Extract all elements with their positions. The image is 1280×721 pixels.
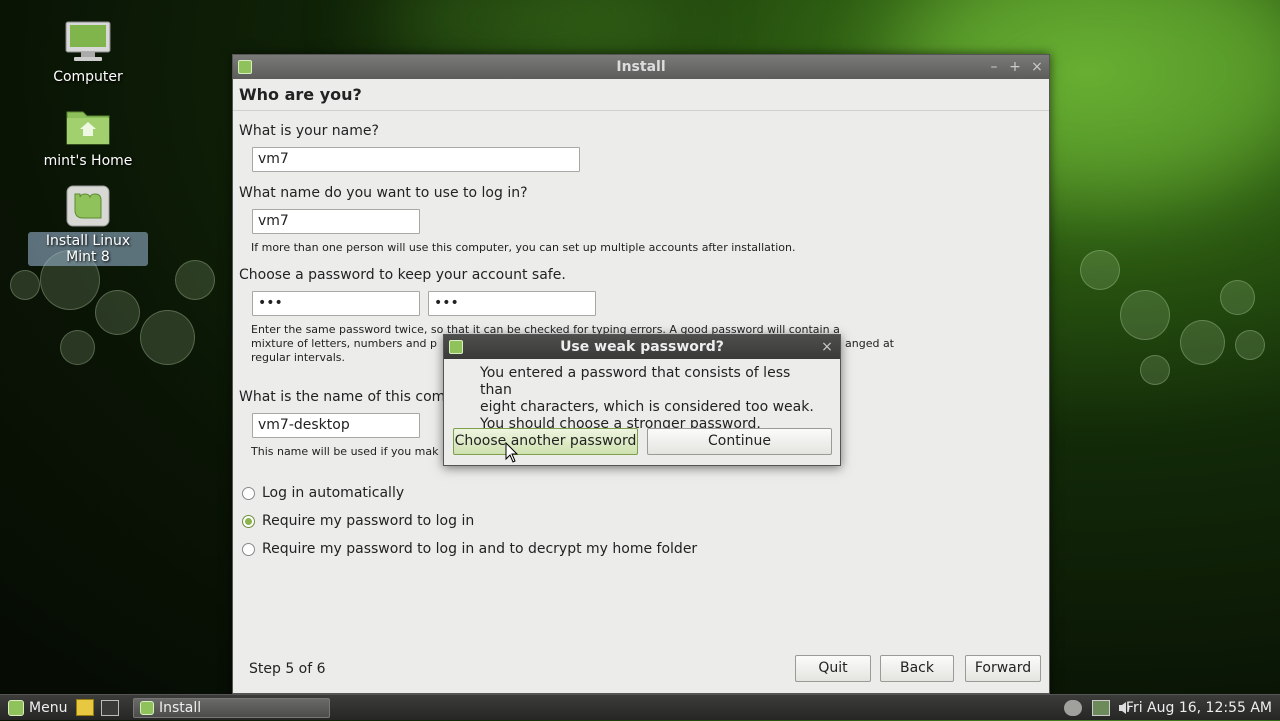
- radio-button[interactable]: [242, 486, 255, 500]
- step-indicator: Step 5 of 6: [249, 661, 326, 677]
- desktop-icon-home[interactable]: mint's Home: [28, 104, 148, 170]
- radio-require-password[interactable]: Require my password to log in: [242, 513, 474, 529]
- wallpaper-bokeh: [95, 290, 140, 335]
- wallpaper-bokeh: [60, 330, 95, 365]
- login-question: What name do you want to use to log in?: [239, 185, 528, 201]
- page-title: Who are you?: [233, 79, 1049, 111]
- wallpaper-bokeh: [1140, 355, 1170, 385]
- name-question: What is your name?: [239, 123, 379, 139]
- menu-button[interactable]: Menu: [8, 695, 67, 721]
- dialog-message-line: eight characters, which is considered to…: [480, 399, 814, 415]
- radio-button[interactable]: [242, 514, 255, 528]
- desktop-icon-computer[interactable]: Computer: [28, 20, 148, 86]
- username-field[interactable]: vm7: [252, 209, 420, 234]
- window-title: Install: [616, 59, 666, 75]
- computer-name-hint: This name will be used if you mak: [251, 445, 439, 458]
- password-hint-line2-tail: anged at: [845, 337, 894, 350]
- computer-icon: [63, 20, 113, 64]
- terminal-launcher-icon[interactable]: [101, 700, 119, 716]
- wallpaper-bokeh: [1080, 250, 1120, 290]
- mint-menu-icon: [8, 700, 24, 716]
- linux-mint-logo-icon: [63, 184, 113, 228]
- installer-task-icon: [140, 701, 154, 715]
- dialog-close-button[interactable]: ×: [818, 335, 836, 359]
- continue-button[interactable]: Continue: [647, 428, 832, 455]
- password-field[interactable]: •••: [252, 291, 420, 316]
- choose-another-password-button[interactable]: Choose another password: [453, 428, 638, 455]
- radio-require-password-encrypt[interactable]: Require my password to log in and to dec…: [242, 541, 697, 557]
- task-label: Install: [159, 700, 202, 716]
- radio-login-automatically[interactable]: Log in automatically: [242, 485, 404, 501]
- taskbar: Menu Install Fri Aug 16, 12:55 AM: [0, 694, 1280, 720]
- dialog-message-line: You entered a password that consists of …: [480, 365, 791, 398]
- wallpaper-bokeh: [1235, 330, 1265, 360]
- wallpaper-bokeh: [1180, 320, 1225, 365]
- radio-label: Require my password to log in and to dec…: [262, 541, 698, 557]
- computer-name-question: What is the name of this compu: [239, 389, 464, 405]
- radio-label: Require my password to log in: [262, 513, 475, 529]
- weak-password-dialog: Use weak password? × You entered a passw…: [443, 334, 841, 466]
- dialog-message: You entered a password that consists of …: [480, 365, 820, 433]
- installer-app-icon: [238, 60, 252, 74]
- wallpaper-bokeh: [140, 310, 195, 365]
- mouse-cursor-icon: [505, 442, 519, 463]
- wallpaper-bokeh: [175, 260, 215, 300]
- wallpaper-bokeh: [1220, 280, 1255, 315]
- password-hint-line2: mixture of letters, numbers and p: [251, 337, 438, 350]
- computer-name-field[interactable]: vm7-desktop: [252, 413, 420, 438]
- password-confirm-field[interactable]: •••: [428, 291, 596, 316]
- network-tray-icon[interactable]: [1092, 700, 1110, 716]
- login-hint: If more than one person will use this co…: [251, 241, 796, 254]
- user-tray-icon[interactable]: [1064, 700, 1082, 716]
- taskbar-install-button[interactable]: Install: [133, 698, 330, 718]
- desktop-icon-label: Install Linux Mint 8: [28, 232, 148, 266]
- password-hint-line3: regular intervals.: [251, 351, 345, 364]
- back-button[interactable]: Back: [880, 655, 954, 682]
- full-name-field[interactable]: vm7: [252, 147, 580, 172]
- window-titlebar[interactable]: Install – + ×: [233, 55, 1049, 79]
- clock[interactable]: Fri Aug 16, 12:55 AM: [1126, 695, 1272, 721]
- forward-button[interactable]: Forward: [965, 655, 1041, 682]
- home-folder-icon: [63, 104, 113, 148]
- desktop-icon-install[interactable]: Install Linux Mint 8: [28, 184, 148, 266]
- close-button[interactable]: ×: [1028, 55, 1046, 79]
- minimize-button[interactable]: –: [985, 55, 1003, 79]
- dialog-titlebar[interactable]: Use weak password? ×: [444, 335, 840, 359]
- maximize-button[interactable]: +: [1006, 55, 1024, 79]
- text-editor-launcher-icon[interactable]: [76, 699, 94, 716]
- desktop-icon-label: mint's Home: [43, 153, 133, 169]
- radio-label: Log in automatically: [262, 485, 405, 501]
- password-question: Choose a password to keep your account s…: [239, 267, 566, 283]
- desktop-icon-label: Computer: [53, 69, 123, 85]
- quit-button[interactable]: Quit: [795, 655, 871, 682]
- radio-button[interactable]: [242, 542, 255, 556]
- menu-label: Menu: [29, 700, 68, 716]
- wallpaper-bokeh: [1120, 290, 1170, 340]
- wallpaper-bokeh: [10, 270, 40, 300]
- dialog-title: Use weak password?: [560, 339, 724, 355]
- dialog-app-icon: [449, 340, 463, 354]
